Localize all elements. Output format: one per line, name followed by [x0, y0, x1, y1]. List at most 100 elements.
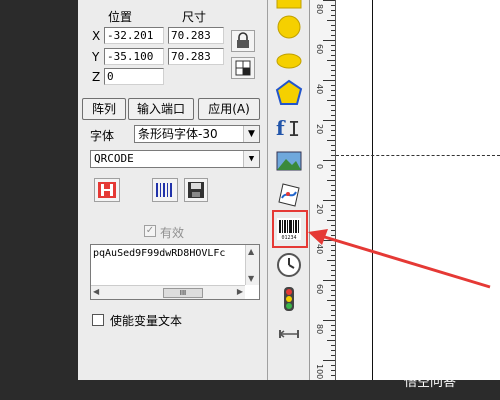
z-position-input[interactable]: 0: [104, 68, 164, 85]
text-tool-icon: f I: [276, 116, 300, 141]
ruler-tick: [331, 315, 335, 316]
left-dark-area: [0, 0, 78, 400]
ruler-tick: [331, 190, 335, 191]
barcode-settings-button[interactable]: [94, 178, 120, 202]
ruler-tick: [331, 150, 335, 151]
vertical-scrollbar[interactable]: ▲ ▼: [245, 245, 259, 285]
font-label: 字体: [90, 129, 115, 143]
lock-aspect-button[interactable]: [231, 30, 255, 52]
ruler-tick: [331, 5, 335, 6]
ruler-tick: [323, 160, 335, 161]
ruler-tick: [331, 295, 335, 296]
ruler-tick: [331, 165, 335, 166]
lock-icon: [237, 32, 249, 48]
circle-tool-icon: [277, 15, 301, 39]
ruler-tick: [331, 330, 335, 331]
ruler-tick: [323, 360, 335, 361]
circle-tool-button[interactable]: [274, 12, 304, 42]
input-port-button[interactable]: 输入端口: [128, 98, 194, 120]
save-icon: [188, 182, 204, 198]
ruler-tick: [331, 110, 335, 111]
x-position-input[interactable]: -32.201: [104, 27, 164, 44]
ruler-tick: [331, 55, 335, 56]
ruler-tick: [331, 365, 335, 366]
barcode-text-value: pqAuSed9F99dwRD8HOVLFc: [93, 248, 226, 259]
ruler-tick: [331, 95, 335, 96]
ruler-tick: [331, 135, 335, 136]
image-tool-button[interactable]: [274, 146, 304, 176]
ruler-tick: [331, 50, 335, 51]
ruler-label: 80: [315, 324, 324, 335]
scroll-left-icon[interactable]: ◀: [93, 287, 99, 296]
ruler-tick: [323, 0, 335, 1]
object-toolbar: f I 01234: [268, 0, 310, 380]
apply-button[interactable]: 应用(A): [198, 98, 260, 120]
ruler-tick: [331, 175, 335, 176]
valid-checkbox[interactable]: ✓: [144, 225, 156, 237]
width-input[interactable]: 70.283: [168, 27, 224, 44]
ruler-tick: [331, 375, 335, 376]
ruler-tick: [331, 130, 335, 131]
size-heading: 尺寸: [182, 10, 207, 24]
ruler-tick: [327, 100, 335, 101]
ruler-tick: [331, 45, 335, 46]
y-label: Y: [92, 50, 100, 64]
watermark: 悟空问答: [404, 375, 457, 390]
ruler-tick: [327, 20, 335, 21]
array-button[interactable]: 阵列: [82, 98, 126, 120]
barcode-text-area[interactable]: pqAuSed9F99dwRD8HOVLFc ▲ ▼ ◀ III ▶: [90, 244, 260, 300]
ruler-tick: [331, 65, 335, 66]
horizontal-scrollbar[interactable]: ◀ III ▶: [91, 285, 245, 299]
ruler-tick: [331, 210, 335, 211]
vertical-ruler: 80604020020406080100120: [310, 0, 336, 381]
ruler-label: 80: [315, 4, 324, 15]
ellipse-tool-button[interactable]: [274, 46, 304, 76]
ruler-tick: [331, 30, 335, 31]
ruler-tick: [331, 35, 335, 36]
ruler-tick: [327, 340, 335, 341]
properties-panel: 位置 尺寸 X -32.201 70.283 Y -35.100 70.283 …: [78, 0, 268, 380]
ruler-tick: [331, 310, 335, 311]
ruler-tick: [331, 345, 335, 346]
height-input[interactable]: 70.283: [168, 48, 224, 65]
ruler-label: 40: [315, 84, 324, 95]
alignment-grid-button[interactable]: [231, 57, 255, 79]
scroll-down-icon[interactable]: ▼: [248, 274, 254, 283]
scroll-right-icon[interactable]: ▶: [237, 287, 243, 296]
ruler-tick: [331, 115, 335, 116]
ruler-tick: [327, 220, 335, 221]
variable-text-checkbox[interactable]: [92, 314, 104, 326]
barcode-icon: [156, 183, 172, 197]
ellipse-tool-icon: [276, 53, 302, 69]
ruler-tick: [331, 145, 335, 146]
ruler-tick: [331, 185, 335, 186]
font-select[interactable]: 条形码字体-30 ▼: [134, 125, 260, 143]
barcode-preview-button[interactable]: [152, 178, 178, 202]
delay-tool-icon: [278, 330, 299, 338]
delay-tool-button[interactable]: [274, 318, 304, 348]
chevron-down-icon: ▼: [243, 126, 259, 142]
ruler-tick: [331, 205, 335, 206]
text-tool-button[interactable]: f I: [274, 112, 304, 142]
ruler-tick: [331, 195, 335, 196]
polygon-tool-icon: [275, 79, 303, 105]
ruler-tick: [331, 215, 335, 216]
ruler-tick: [323, 80, 335, 81]
ruler-tick: [331, 125, 335, 126]
chevron-down-icon: ▼: [243, 151, 259, 167]
y-position-input[interactable]: -35.100: [104, 48, 164, 65]
ruler-tick: [331, 90, 335, 91]
ruler-tick: [331, 350, 335, 351]
ruler-tick: [331, 335, 335, 336]
barcode-type-select[interactable]: QRCODE ▼: [90, 150, 260, 168]
svg-text:f: f: [276, 116, 286, 140]
polygon-tool-button[interactable]: [274, 78, 304, 108]
drawing-canvas[interactable]: [336, 0, 500, 380]
ruler-tick: [331, 170, 335, 171]
save-barcode-button[interactable]: [184, 178, 208, 202]
ruler-tick: [327, 140, 335, 141]
vector-file-tool-button[interactable]: [274, 180, 304, 210]
vector-file-icon: [278, 183, 300, 207]
scroll-up-icon[interactable]: ▲: [248, 247, 254, 256]
scroll-thumb[interactable]: III: [163, 288, 203, 298]
